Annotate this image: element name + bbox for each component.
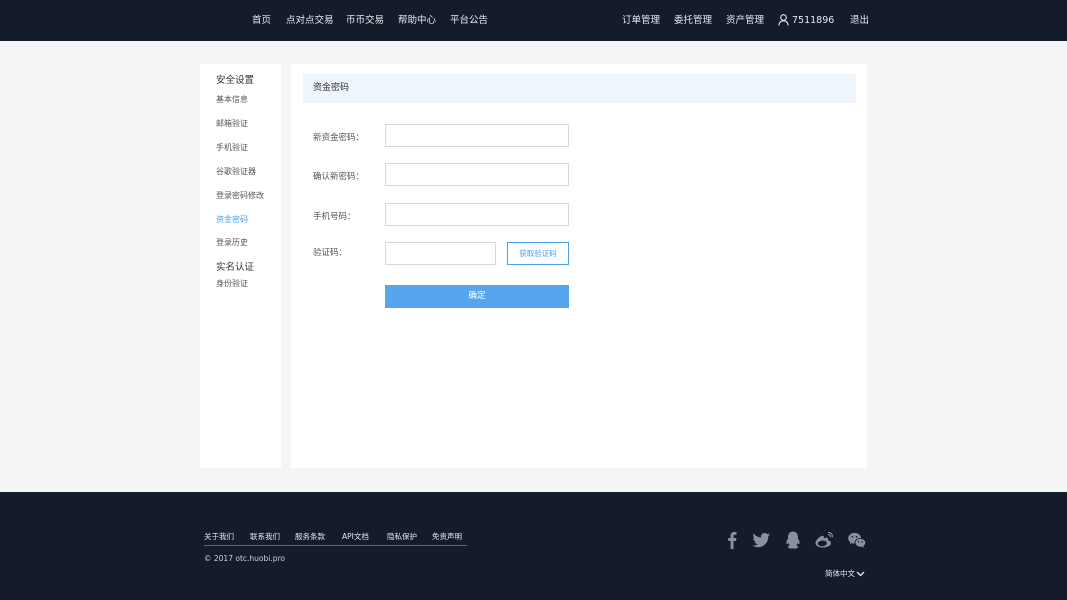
nav-entrust-management[interactable]: 委托管理: [674, 0, 712, 41]
nav-announcements[interactable]: 平台公告: [450, 0, 488, 41]
sidebar-item-phone-verification[interactable]: 手机验证: [216, 142, 248, 153]
confirm-password-input[interactable]: [385, 163, 569, 186]
user-icon: [778, 14, 789, 26]
footer-link-about[interactable]: 关于我们: [204, 531, 234, 542]
sidebar-item-google-authenticator[interactable]: 谷歌验证器: [216, 166, 256, 177]
language-selector[interactable]: 简体中文: [825, 568, 865, 579]
nav-asset-management[interactable]: 资产管理: [726, 0, 764, 41]
chevron-down-icon: [856, 571, 865, 577]
footer-link-contact[interactable]: 联系我们: [250, 531, 280, 542]
nav-home[interactable]: 首页: [252, 0, 271, 41]
footer-divider: [204, 545, 467, 546]
copyright-text: © 2017 otc.huobi.pro: [204, 554, 285, 563]
user-id[interactable]: 7511896: [792, 0, 834, 41]
get-code-button[interactable]: 获取验证码: [507, 242, 569, 265]
language-label: 简体中文: [825, 569, 855, 578]
sidebar-item-email-verification[interactable]: 邮箱验证: [216, 118, 248, 129]
logout-link[interactable]: 退出: [850, 0, 869, 41]
phone-number-input[interactable]: [385, 203, 569, 226]
top-nav-bar: 首页 点对点交易 币币交易 帮助中心 平台公告 订单管理 委托管理 资产管理 7…: [0, 0, 1067, 41]
confirm-button[interactable]: 确定: [385, 285, 569, 308]
settings-sidebar: 安全设置 基本信息 邮箱验证 手机验证 谷歌验证器 登录密码修改 资金密码 登录…: [200, 64, 281, 468]
sidebar-item-basic-info[interactable]: 基本信息: [216, 94, 248, 105]
nav-help-center[interactable]: 帮助中心: [398, 0, 436, 41]
sidebar-item-login-history[interactable]: 登录历史: [216, 237, 248, 248]
nav-order-management[interactable]: 订单管理: [622, 0, 660, 41]
nav-p2p-trade[interactable]: 点对点交易: [286, 0, 334, 41]
facebook-icon[interactable]: [722, 530, 742, 550]
weibo-icon[interactable]: [814, 530, 834, 550]
nav-coin-trade[interactable]: 币币交易: [346, 0, 384, 41]
twitter-icon[interactable]: [751, 530, 771, 550]
qq-icon[interactable]: [783, 530, 803, 550]
new-password-label: 新资金密码：: [313, 133, 365, 143]
footer: 关于我们 联系我们 服务条款 API文档 隐私保护 免责声明 © 2017 ot…: [0, 492, 1067, 600]
footer-link-disclaimer[interactable]: 免责声明: [432, 531, 462, 542]
verification-code-input[interactable]: [385, 242, 496, 265]
sidebar-group-security: 安全设置: [216, 75, 255, 86]
footer-link-terms[interactable]: 服务条款: [295, 531, 325, 542]
wechat-icon[interactable]: [847, 530, 867, 550]
phone-number-label: 手机号码：: [313, 212, 356, 222]
sidebar-item-fund-password[interactable]: 资金密码: [216, 214, 248, 225]
sidebar-group-identity: 实名认证: [216, 262, 255, 273]
fund-password-panel: 资金密码 新资金密码： 确认新密码： 手机号码： 验证码： 获取验证码 确定: [291, 64, 867, 468]
footer-link-privacy[interactable]: 隐私保护: [387, 531, 417, 542]
verification-code-label: 验证码：: [313, 248, 348, 258]
new-password-input[interactable]: [385, 124, 569, 147]
panel-header: 资金密码: [303, 74, 856, 103]
sidebar-item-id-verification[interactable]: 身份验证: [216, 278, 248, 289]
page-title: 资金密码: [313, 83, 350, 93]
sidebar-item-login-password[interactable]: 登录密码修改: [216, 190, 264, 201]
confirm-password-label: 确认新密码：: [313, 172, 365, 182]
footer-link-api-docs[interactable]: API文档: [342, 531, 369, 542]
